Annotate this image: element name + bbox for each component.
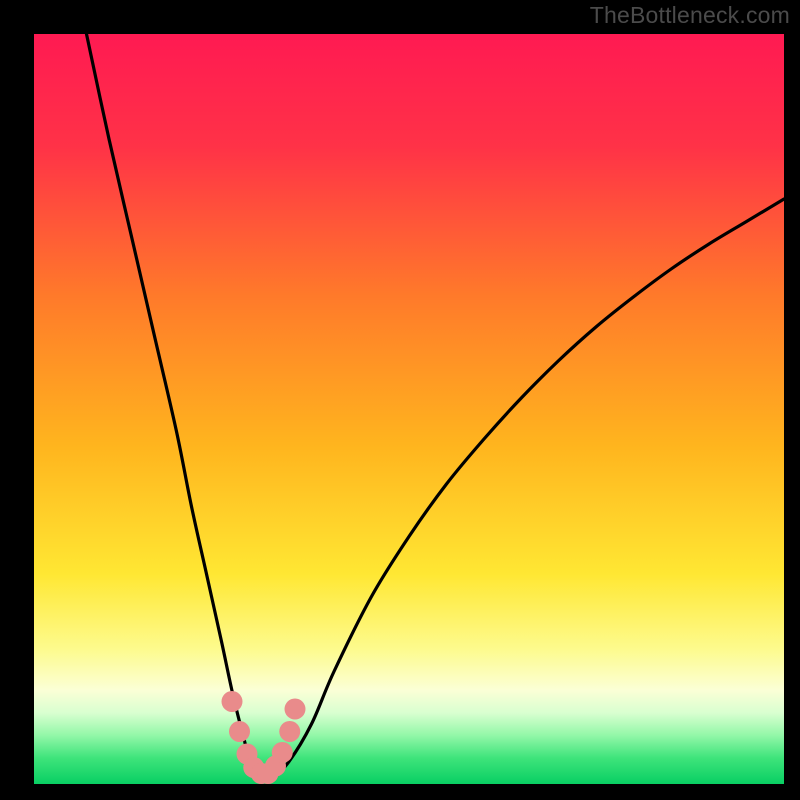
highlight-marker <box>279 721 300 742</box>
highlight-marker <box>222 691 243 712</box>
watermark-text: TheBottleneck.com <box>590 2 790 29</box>
chart-frame: TheBottleneck.com <box>0 0 800 800</box>
bottleneck-chart <box>34 34 784 784</box>
gradient-background <box>34 34 784 784</box>
plot-area <box>34 34 784 784</box>
highlight-marker <box>272 742 293 763</box>
highlight-marker <box>229 721 250 742</box>
highlight-marker <box>285 699 306 720</box>
